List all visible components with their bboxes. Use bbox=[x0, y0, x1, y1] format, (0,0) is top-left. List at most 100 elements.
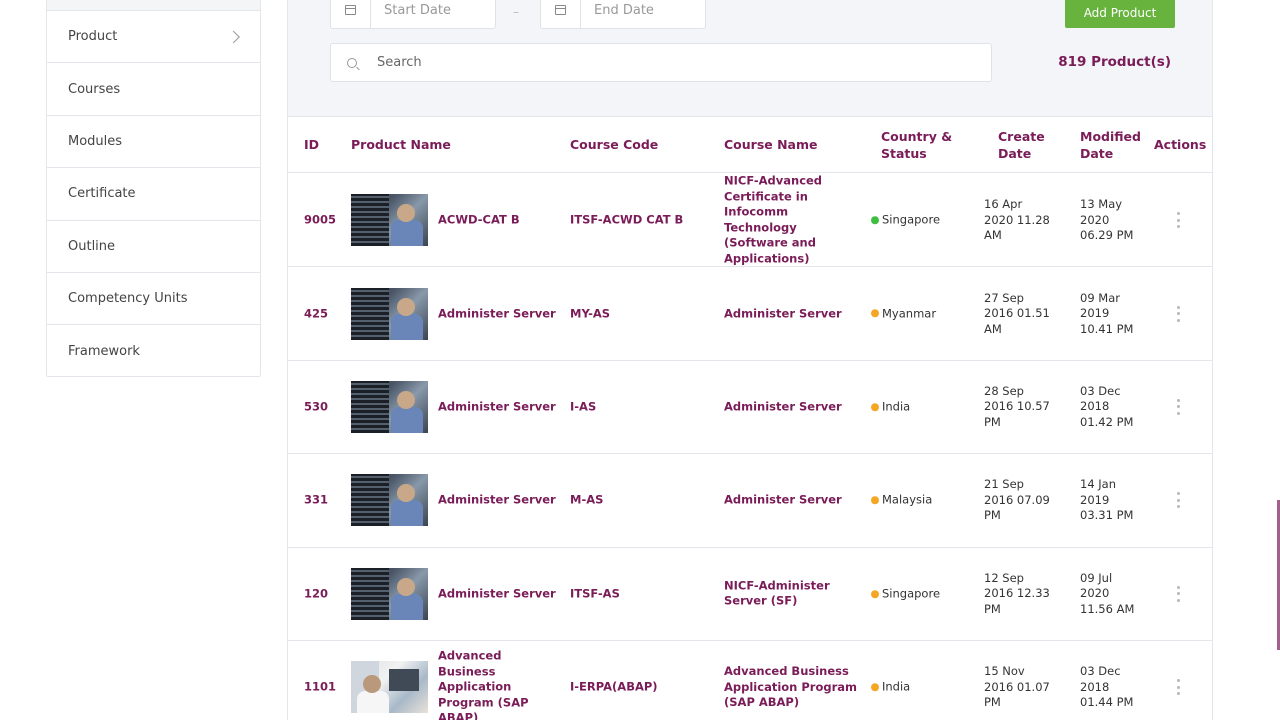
table-row[interactable]: 530 Administer Server I-AS Administer Serve… bbox=[288, 361, 1212, 455]
more-actions-icon[interactable] bbox=[1176, 305, 1180, 322]
date-line: 2016 07.09 bbox=[984, 492, 1050, 507]
cell-country-status: Singapore bbox=[871, 586, 940, 602]
cell-country-status: India bbox=[871, 399, 910, 415]
header-product-name[interactable]: Product Name bbox=[351, 136, 451, 153]
date-line: PM bbox=[984, 414, 1001, 429]
sidebar-item-label: Courses bbox=[68, 81, 121, 97]
calendar-icon bbox=[345, 5, 356, 15]
end-date-field[interactable]: End Date bbox=[540, 0, 706, 29]
cell-course-name: Administer Server bbox=[724, 492, 842, 507]
sidebar-item-modules[interactable]: Modules bbox=[47, 116, 260, 169]
more-actions-icon[interactable] bbox=[1176, 398, 1180, 415]
status-dot-icon bbox=[871, 402, 879, 411]
cell-product-name[interactable]: Administer Server bbox=[438, 399, 558, 415]
calendar-icon-wrap bbox=[541, 0, 581, 28]
cell-product-name[interactable]: Administer Server bbox=[438, 493, 558, 509]
cell-product-name[interactable]: Advanced Business Application Program (S… bbox=[438, 648, 558, 720]
date-line: 09 Jul bbox=[1080, 570, 1113, 585]
sidebar-item-outline[interactable]: Outline bbox=[47, 221, 260, 273]
date-line: 2019 bbox=[1080, 305, 1110, 320]
cell-create-date: 16 Apr 2020 11.28 AM bbox=[984, 197, 1062, 244]
cell-product-name[interactable]: ACWD-CAT B bbox=[438, 212, 558, 228]
date-line: 09 Mar bbox=[1080, 290, 1120, 305]
cell-id[interactable]: 425 bbox=[304, 306, 328, 322]
calendar-icon-wrap bbox=[331, 0, 371, 28]
cell-country-status: Singapore bbox=[871, 212, 940, 228]
country-label: India bbox=[882, 679, 911, 694]
cell-modified-date: 09 Mar 2019 10.41 PM bbox=[1080, 290, 1150, 337]
cell-create-date: 27 Sep 2016 01.51 AM bbox=[984, 290, 1062, 337]
date-line: PM bbox=[984, 601, 1001, 616]
add-product-button[interactable]: Add Product bbox=[1065, 0, 1175, 28]
table-row[interactable]: 425 Administer Server MY-AS Administer Serv… bbox=[288, 267, 1212, 361]
more-actions-icon[interactable] bbox=[1176, 212, 1180, 229]
country-label: Malaysia bbox=[882, 492, 933, 507]
status-dot-icon bbox=[871, 589, 879, 598]
cell-create-date: 28 Sep 2016 10.57 PM bbox=[984, 384, 1062, 431]
calendar-icon bbox=[555, 5, 566, 15]
sidebar-item-label: Product bbox=[68, 29, 118, 45]
header-line: Date bbox=[1080, 146, 1114, 161]
more-actions-icon[interactable] bbox=[1176, 492, 1180, 509]
search-input[interactable] bbox=[377, 55, 937, 70]
date-line: 2016 01.51 bbox=[984, 305, 1050, 320]
status-dot-icon bbox=[871, 216, 879, 225]
date-line: 10.41 PM bbox=[1080, 321, 1134, 336]
date-line: 03.31 PM bbox=[1080, 508, 1134, 523]
cell-id[interactable]: 120 bbox=[304, 586, 328, 602]
header-country-status[interactable]: Country & Status bbox=[881, 128, 952, 162]
date-line: 11.56 AM bbox=[1080, 601, 1135, 616]
cell-modified-date: 14 Jan 2019 03.31 PM bbox=[1080, 477, 1150, 524]
header-create-date[interactable]: Create Date bbox=[998, 128, 1045, 162]
header-course-name[interactable]: Course Name bbox=[724, 136, 818, 153]
date-line: PM bbox=[984, 508, 1001, 523]
table-row[interactable]: 9005 ACWD-CAT B ITSF-ACWD CAT B NICF-Advanc… bbox=[288, 174, 1212, 268]
header-actions: Actions bbox=[1154, 137, 1207, 152]
table-row[interactable]: 331 Administer Server M-AS Administer Serve… bbox=[288, 454, 1212, 548]
header-id[interactable]: ID bbox=[304, 136, 319, 153]
cell-create-date: 12 Sep 2016 12.33 PM bbox=[984, 571, 1062, 618]
country-label: Myanmar bbox=[882, 305, 937, 320]
cell-modified-date: 03 Dec 2018 01.44 PM bbox=[1080, 664, 1150, 711]
more-actions-icon[interactable] bbox=[1176, 679, 1180, 696]
cell-product-name[interactable]: Administer Server bbox=[438, 306, 558, 322]
sidebar-item-label: Framework bbox=[68, 344, 140, 360]
sidebar-item-competency-units[interactable]: Competency Units bbox=[47, 273, 260, 326]
sidebar-item-courses[interactable]: Courses bbox=[47, 63, 260, 116]
cell-id[interactable]: 1101 bbox=[304, 679, 336, 695]
cell-modified-date: 13 May 2020 06.29 PM bbox=[1080, 197, 1150, 244]
cell-course-name: NICF-Administer Server (SF) bbox=[724, 578, 830, 608]
cell-country-status: Malaysia bbox=[871, 493, 932, 509]
chevron-right-icon bbox=[227, 30, 240, 44]
product-count: 819 Product(s) bbox=[1058, 54, 1171, 70]
start-date-field[interactable]: Start Date bbox=[330, 0, 496, 29]
date-line: 2016 10.57 bbox=[984, 399, 1050, 414]
date-line: 16 Apr bbox=[984, 196, 1023, 211]
sidebar-item-product[interactable]: Product bbox=[47, 11, 260, 64]
product-thumbnail bbox=[351, 474, 428, 527]
sidebar-item-framework[interactable]: Framework bbox=[47, 325, 260, 377]
cell-id[interactable]: 9005 bbox=[304, 212, 336, 228]
table-header: ID Product Name Course Code Course Name … bbox=[288, 117, 1212, 173]
sidebar-item-certificate[interactable]: Certificate bbox=[47, 168, 260, 221]
cell-product-name[interactable]: Administer Server bbox=[438, 586, 558, 602]
header-modified-date[interactable]: Modified Date bbox=[1080, 128, 1141, 162]
start-date-placeholder: Start Date bbox=[384, 2, 451, 18]
date-line: 06.29 PM bbox=[1080, 227, 1134, 242]
end-date-placeholder: End Date bbox=[594, 2, 654, 18]
table-row[interactable]: 120 Administer Server ITSF-AS NICF-Administ… bbox=[288, 548, 1212, 641]
more-actions-icon[interactable] bbox=[1176, 585, 1180, 602]
cell-id[interactable]: 331 bbox=[304, 493, 328, 509]
date-line: 2018 bbox=[1080, 399, 1110, 414]
search-box[interactable] bbox=[330, 43, 992, 82]
date-line: AM bbox=[984, 227, 1002, 242]
header-course-code[interactable]: Course Code bbox=[570, 136, 658, 153]
cell-modified-date: 03 Dec 2018 01.42 PM bbox=[1080, 384, 1150, 431]
date-line: PM bbox=[984, 694, 1001, 709]
country-label: Singapore bbox=[882, 586, 941, 601]
date-line: 2016 01.07 bbox=[984, 679, 1050, 694]
date-line: 12 Sep bbox=[984, 570, 1024, 585]
table-row[interactable]: 1101 Advanced Business Application Progra… bbox=[288, 641, 1212, 720]
cell-country-status: India bbox=[871, 679, 910, 695]
cell-id[interactable]: 530 bbox=[304, 399, 328, 415]
